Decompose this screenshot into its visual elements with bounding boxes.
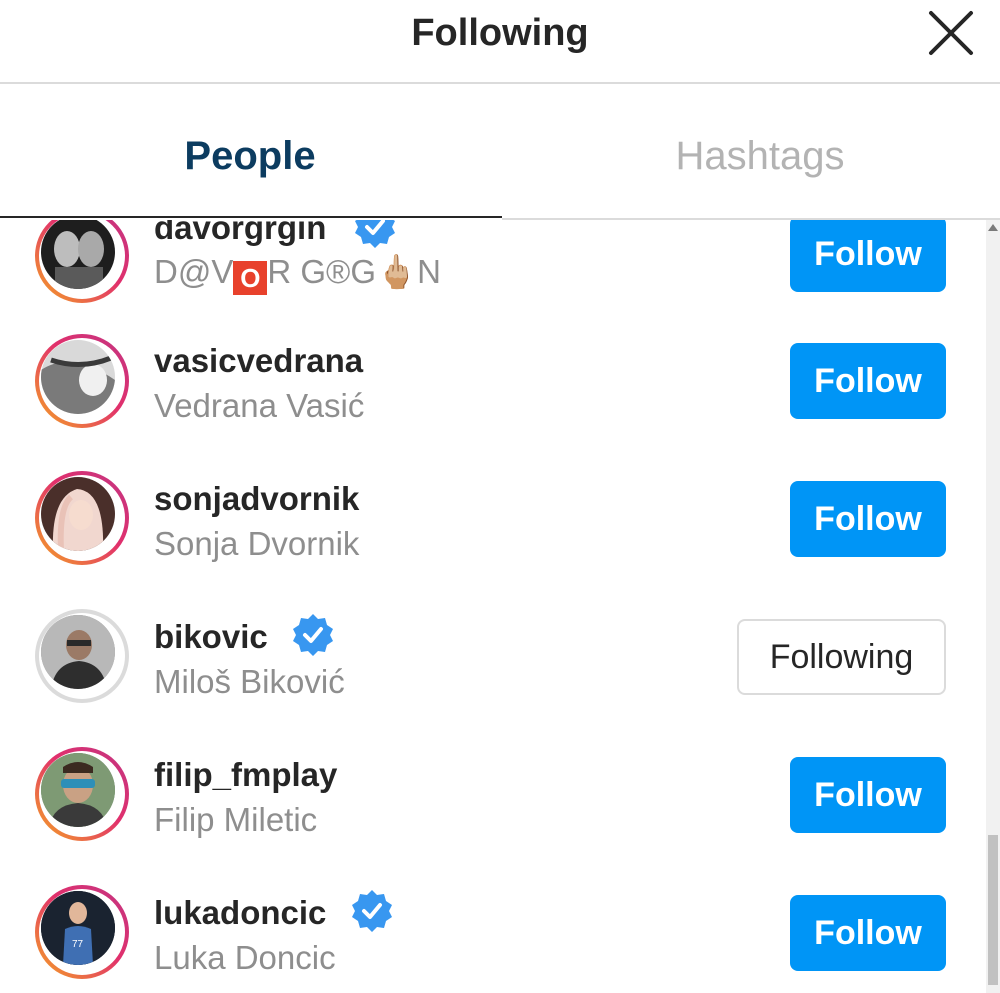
scrollbar[interactable] bbox=[986, 220, 1000, 993]
follow-button[interactable]: Follow bbox=[790, 895, 946, 971]
full-name: Sonja Dvornik bbox=[154, 525, 360, 562]
full-name: Filip Miletic bbox=[154, 801, 318, 838]
modal-header: Following bbox=[0, 0, 1000, 84]
list-item: bikovic Miloš Biković Following bbox=[0, 601, 986, 739]
full-name: Luka Doncic bbox=[154, 939, 336, 976]
username[interactable]: bikovic bbox=[154, 618, 268, 656]
list-item: 77 lukadoncic Luka Doncic Follow bbox=[0, 877, 986, 993]
username[interactable]: lukadoncic bbox=[154, 894, 326, 932]
list-item: vasicvedrana Vedrana Vasić Follow bbox=[0, 325, 986, 463]
username[interactable]: filip_fmplay bbox=[154, 756, 337, 794]
tab-people[interactable]: People bbox=[0, 86, 500, 218]
tab-bar: People Hashtags bbox=[0, 86, 1000, 220]
o-emoji-icon: O bbox=[233, 261, 268, 295]
scrollbar-thumb[interactable] bbox=[988, 835, 998, 985]
modal-title: Following bbox=[411, 12, 589, 54]
avatar[interactable] bbox=[35, 471, 129, 565]
full-name: Miloš Biković bbox=[154, 663, 345, 700]
list-item: filip_fmplay Filip Miletic Follow bbox=[0, 739, 986, 877]
avatar[interactable] bbox=[35, 220, 129, 303]
verified-badge-icon bbox=[293, 614, 333, 656]
verified-badge-icon bbox=[355, 220, 395, 248]
list-item: davorgrgin D@V O R G®G🖕🏼N Follow bbox=[0, 220, 986, 325]
username[interactable]: vasicvedrana bbox=[154, 342, 363, 380]
avatar[interactable] bbox=[35, 747, 129, 841]
follow-button[interactable]: Follow bbox=[790, 220, 946, 292]
follow-button[interactable]: Follow bbox=[790, 757, 946, 833]
list-item: sonjadvornik Sonja Dvornik Follow bbox=[0, 463, 986, 601]
username[interactable]: sonjadvornik bbox=[154, 480, 359, 518]
username[interactable]: davorgrgin bbox=[154, 220, 326, 247]
middle-finger-emoji-icon: 🖕🏼 bbox=[376, 253, 418, 290]
close-icon[interactable] bbox=[926, 8, 976, 58]
scroll-up-arrow-icon[interactable] bbox=[988, 224, 998, 231]
full-name: D@V O R G®G🖕🏼N bbox=[154, 253, 441, 295]
avatar[interactable] bbox=[35, 609, 129, 703]
following-list[interactable]: davorgrgin D@V O R G®G🖕🏼N Follow vasicvedr… bbox=[0, 220, 986, 993]
active-tab-indicator bbox=[0, 216, 502, 218]
follow-button[interactable]: Follow bbox=[790, 481, 946, 557]
tab-hashtags[interactable]: Hashtags bbox=[510, 86, 1000, 218]
full-name: Vedrana Vasić bbox=[154, 387, 365, 424]
avatar[interactable]: 77 bbox=[35, 885, 129, 979]
svg-text:77: 77 bbox=[72, 939, 84, 950]
following-button[interactable]: Following bbox=[737, 619, 946, 695]
avatar[interactable] bbox=[35, 334, 129, 428]
verified-badge-icon bbox=[352, 890, 392, 932]
follow-button[interactable]: Follow bbox=[790, 343, 946, 419]
